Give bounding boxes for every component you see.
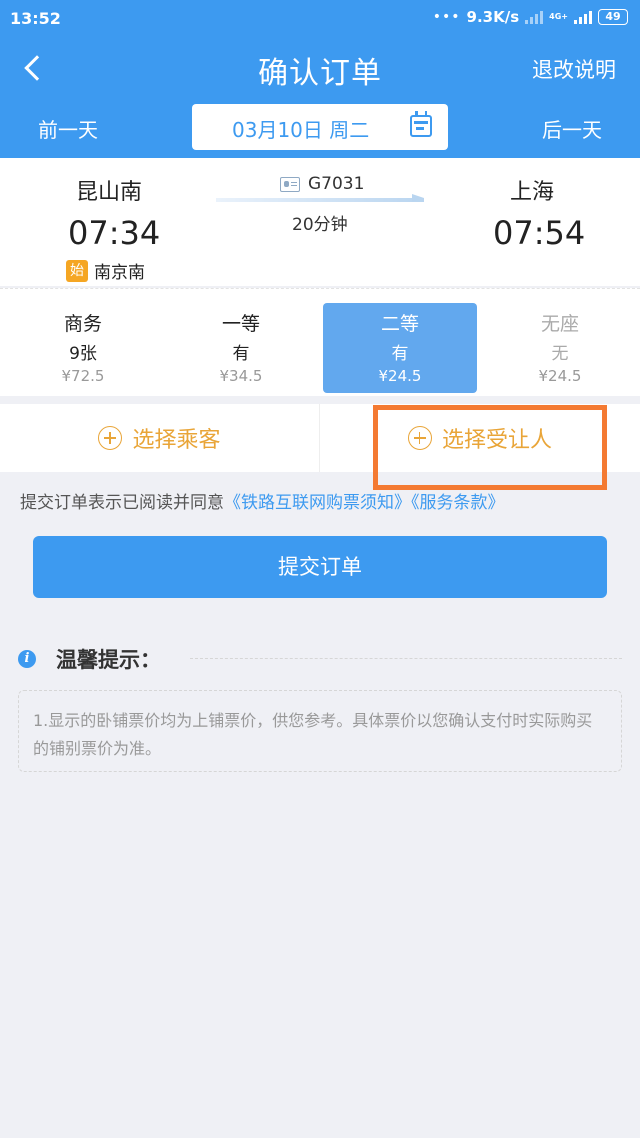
network-type: 4G+ <box>549 12 568 21</box>
select-passenger-button[interactable]: 选择乘客 <box>0 404 320 472</box>
seat-business[interactable]: 商务 9张 ¥72.5 <box>6 303 160 393</box>
ticket-notice-link[interactable]: 《铁路互联网购票须知》 <box>224 493 411 513</box>
tips-content: 1.显示的卧铺票价均为上铺票价，供您参考。具体票价以您确认支付时实际购买的铺别票… <box>18 690 622 772</box>
select-passenger-label: 选择乘客 <box>132 428 221 453</box>
annotation-highlight-box <box>373 405 607 490</box>
train-route[interactable]: G7031 20分钟 <box>216 172 424 252</box>
status-time: 13:52 <box>10 9 61 28</box>
departure-station: 昆山南 <box>76 180 143 205</box>
agreement-text: 提交订单表示已阅读并同意《铁路互联网购票须知》《服务条款》 <box>20 488 505 513</box>
seat-class-selector: 商务 9张 ¥72.5 一等 有 ¥34.5 二等 有 ¥24.5 无座 无 ¥… <box>0 288 640 396</box>
plus-circle-icon <box>98 426 123 450</box>
signal-sim1-icon <box>525 10 544 24</box>
network-speed: 9.3K/s <box>466 8 520 26</box>
origin-info: 始 南京南 <box>66 258 145 283</box>
seat-no-seat[interactable]: 无座 无 ¥24.5 <box>483 303 637 393</box>
tips-title: 温馨提示： <box>56 648 161 672</box>
train-number: G7031 <box>280 174 364 194</box>
arrival-time: 07:54 <box>493 214 586 252</box>
status-bar: 13:52 ••• 9.3K/s 4G+ 49 <box>0 0 640 36</box>
train-info-card: 昆山南 07:34 始 南京南 G7031 20分钟 上海 07:54 <box>0 158 640 286</box>
submit-order-button[interactable]: 提交订单 <box>33 536 607 598</box>
prev-day-button[interactable]: 前一天 <box>38 114 98 143</box>
tips-header: i 温馨提示： <box>18 644 161 674</box>
calendar-icon <box>410 111 432 137</box>
tips-divider <box>190 658 622 659</box>
notification-dots-icon: ••• <box>432 9 461 25</box>
departure-time: 07:34 <box>68 214 161 252</box>
seat-availability: 有 <box>232 344 250 364</box>
seat-name: 商务 <box>63 313 102 335</box>
date-text: 03月10日 周二 <box>232 118 370 142</box>
signal-sim2-icon <box>574 10 592 24</box>
id-card-icon <box>280 176 300 192</box>
seat-name: 二等 <box>380 313 419 335</box>
status-right: ••• 9.3K/s 4G+ 49 <box>433 8 628 26</box>
agreement-prefix: 提交订单表示已阅读并同意 <box>20 493 224 513</box>
seat-price: ¥34.5 <box>219 367 263 385</box>
arrival-station: 上海 <box>510 180 555 205</box>
origin-station: 南京南 <box>94 263 145 283</box>
seat-name: 无座 <box>540 313 579 335</box>
seat-price: ¥24.5 <box>378 367 422 385</box>
seat-availability: 无 <box>551 344 569 364</box>
route-arrow-icon <box>216 194 424 202</box>
seat-first-class[interactable]: 一等 有 ¥34.5 <box>164 303 318 393</box>
train-number-text: G7031 <box>308 174 365 194</box>
battery-icon: 49 <box>598 9 628 25</box>
origin-badge: 始 <box>66 259 88 282</box>
seat-second-class[interactable]: 二等 有 ¥24.5 <box>323 303 477 393</box>
seat-name: 一等 <box>221 313 260 335</box>
trip-duration: 20分钟 <box>292 215 348 235</box>
refund-policy-link[interactable]: 退改说明 <box>532 54 616 84</box>
seat-price: ¥72.5 <box>61 367 105 385</box>
seat-availability: 有 <box>391 344 409 364</box>
terms-of-service-link[interactable]: 《服务条款》 <box>411 493 505 513</box>
next-day-button[interactable]: 后一天 <box>542 114 602 143</box>
seat-availability: 9张 <box>69 344 97 364</box>
date-picker[interactable]: 03月10日 周二 <box>192 104 448 150</box>
app-header: 确认订单 退改说明 前一天 03月10日 周二 后一天 <box>0 36 640 158</box>
seat-price: ¥24.5 <box>538 367 582 385</box>
info-icon: i <box>18 650 36 668</box>
